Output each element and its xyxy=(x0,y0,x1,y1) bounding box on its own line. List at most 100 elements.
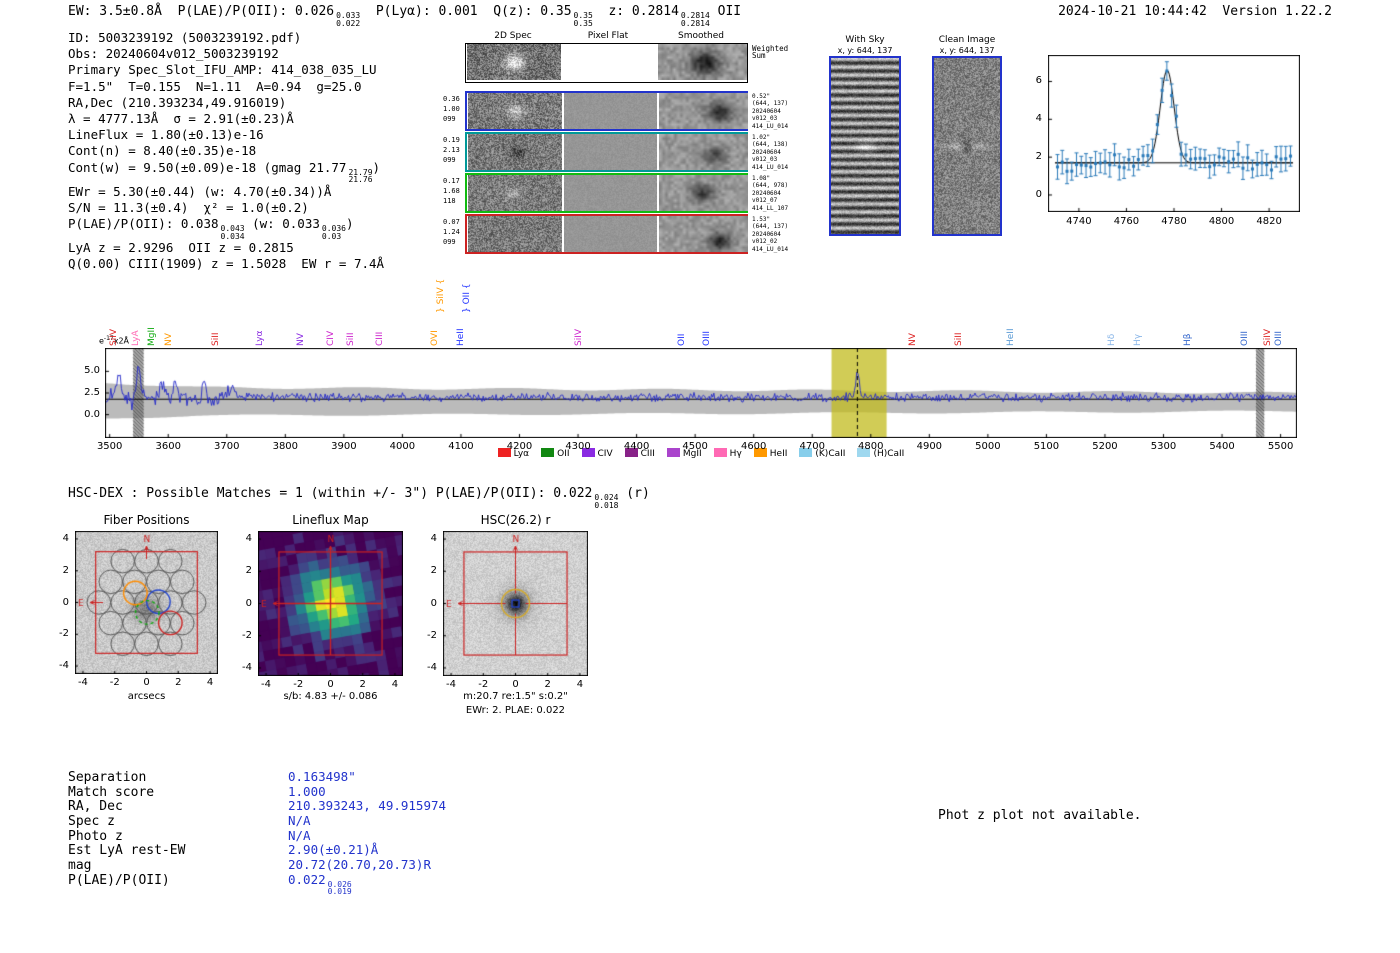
uncertainty-range: 0.024 0.018 xyxy=(594,494,618,509)
axis-tick-label: -4 xyxy=(242,661,252,673)
emission-line-label: NV xyxy=(163,333,174,346)
emission-line-label: NV xyxy=(295,333,306,346)
axis-tick-label: 2 xyxy=(359,679,366,690)
text-segment: OII xyxy=(709,4,742,19)
axis-tick-label: 2 xyxy=(62,564,69,576)
meta-line: 414_LU_014 xyxy=(752,163,789,171)
text-segment: 0.022 xyxy=(288,871,326,887)
emission-line-label: SiIV xyxy=(574,328,585,346)
lower-uncertainty: 0.019 xyxy=(327,887,352,897)
info-line: S/N = 11.3(±0.4) χ² = 1.0(±0.2) xyxy=(68,200,384,216)
uncertainty-range: 0.026 0.019 xyxy=(328,881,352,896)
lower-uncertainty: 0.35 xyxy=(573,18,593,28)
meta-line: v012_07 xyxy=(752,197,778,205)
spec2d-row-weights: 0.19 2.13 099 xyxy=(443,135,463,165)
axis-tick-label: -4 xyxy=(261,679,272,690)
meta-line: v012_03 xyxy=(752,156,778,164)
weight-value: 0.36 xyxy=(443,95,460,103)
spec2d-flat-image-row1 xyxy=(564,93,657,129)
match-field-value: 0.022 0.026 0.019 xyxy=(288,871,352,896)
spec2d-row-meta: 1.02" (644, 138) 20240604 v012_03 414_LU_014 xyxy=(752,134,796,171)
axis-tick-label: 4300 xyxy=(565,441,591,452)
lower-uncertainty: 0.2814 xyxy=(680,18,710,28)
uncertainty-range: 21.79 21.76 xyxy=(348,168,372,184)
emission-line-label: OII xyxy=(677,333,688,346)
emission-line-label: NV xyxy=(907,333,918,346)
axis-tick-label: 4800 xyxy=(1208,216,1235,227)
text-segment: ) xyxy=(372,159,381,175)
spec2d-spec-image-row1 xyxy=(468,93,562,129)
hsc-cutout-title: HSC(26.2) r xyxy=(480,513,551,527)
axis-tick-label: 0 xyxy=(327,679,334,690)
elixer-detection-report: EW: 3.5±0.8Å P(LAE)/P(OII): 0.026 0.033 0.… xyxy=(0,0,1400,953)
weight-value: 1.00 xyxy=(443,105,460,113)
emission-line-label: OIII xyxy=(1273,330,1284,346)
axis-tick-label: 4700 xyxy=(799,441,825,452)
axis-tick-label: 3500 xyxy=(96,441,123,452)
full-spectrum-chart xyxy=(105,348,1297,438)
spec2d-flat-image-row4 xyxy=(564,216,657,252)
emission-line-label: Hδ xyxy=(1106,333,1117,346)
spec2d-sm-image-row0 xyxy=(658,44,747,80)
spec2d-row-box xyxy=(465,91,748,131)
with-sky-image xyxy=(831,58,899,234)
axis-tick-label: -2 xyxy=(109,677,120,688)
axis-tick-label: 4 xyxy=(206,677,214,688)
spec2d-spec-image-row4 xyxy=(468,216,562,252)
spec2d-sm-image-row2 xyxy=(659,134,748,170)
text-segment: Q(0.00) CIII(1909) z = 1.5028 EW r = 7.4… xyxy=(68,256,385,272)
axis-tick-label: 4200 xyxy=(506,441,533,452)
axis-tick-label: -2 xyxy=(293,679,304,690)
weight-value: 1.68 xyxy=(443,187,460,195)
axis-tick-label: 4780 xyxy=(1161,216,1187,227)
spec2d-col-title-pixelflat: Pixel Flat xyxy=(587,31,629,41)
fiber-positions-xlabel: arcsecs xyxy=(127,691,166,702)
table-row: Photo z N/A xyxy=(68,825,446,844)
text-segment: λ = 4777.13Å σ = 2.91(±0.23)Å xyxy=(68,111,294,127)
hsc-cutout-xlabel2: EWr: 2. PLAE: 0.022 xyxy=(465,705,566,716)
legend-label: CIV xyxy=(597,449,613,459)
axis-tick-label: 4900 xyxy=(916,441,943,452)
text-segment: P(LAE)/P(OII): 0.038 xyxy=(68,216,219,232)
emission-line-label: SiIV xyxy=(109,328,120,346)
emission-line-label: CIII xyxy=(375,331,386,346)
meta-line: 1.08" xyxy=(752,175,771,182)
spec2d-col-title-smoothed: Smoothed xyxy=(678,31,724,41)
clean-image-title: Clean Image xyxy=(938,35,996,45)
emission-line-label: } OII { xyxy=(461,283,472,313)
legend-swatch xyxy=(541,448,555,457)
axis-tick-label: 5000 xyxy=(975,441,1001,452)
emission-line-label: LyA xyxy=(131,330,142,346)
spec2d-row-box xyxy=(465,173,748,213)
axis-tick-label: 4800 xyxy=(858,441,884,452)
weight-value: 0.17 xyxy=(443,177,460,185)
axis-tick-label: -2 xyxy=(478,679,489,690)
meta-line: Sum xyxy=(752,51,766,61)
text-segment: EW: 3.5±0.8Å P(LAE)/P(OII): 0.026 xyxy=(68,4,335,19)
axis-tick-label: 4 xyxy=(391,679,399,690)
spec2d-sm-image-row3 xyxy=(659,175,748,211)
info-line: Primary Spec_Slot_IFU_AMP: 414_038_035_L… xyxy=(68,62,384,78)
info-line: F=1.5" T=0.155 N=1.11 A=0.94 g=25.0 xyxy=(68,79,384,95)
detection-info-block: ID: 5003239192 (5003239192.pdf) Obs: 2024… xyxy=(68,30,384,272)
axis-tick-label: 3600 xyxy=(155,441,181,452)
info-line: RA,Dec (210.393234,49.916019) xyxy=(68,95,384,111)
text-segment: EWr = 5.30(±0.44) (w: 4.70(±0.34))Å xyxy=(68,183,332,199)
spec2d-spec-image-row2 xyxy=(468,134,562,170)
info-line: ID: 5003239192 (5003239192.pdf) xyxy=(68,30,384,46)
text-segment: 210.393243, 49.915974 xyxy=(288,798,447,814)
emission-line-label: CIV xyxy=(325,330,336,346)
emission-line-label: OIII xyxy=(1240,330,1251,346)
legend-swatch xyxy=(713,448,727,457)
uncertainty-range: 0.2814 0.2814 xyxy=(681,12,710,27)
axis-tick-label: 2.5 xyxy=(84,387,100,398)
axis-tick-label: 0 xyxy=(512,679,519,690)
info-line: P(LAE)/P(OII): 0.038 0.043 0.034 (w: 0.033… xyxy=(68,216,384,240)
axis-tick-label: 0 xyxy=(62,596,69,608)
axis-tick-label: 4000 xyxy=(389,441,416,452)
axis-tick-label: 0 xyxy=(143,677,150,688)
meta-line: v012_02 xyxy=(752,238,778,246)
table-row: Separation 0.163498" xyxy=(68,766,446,785)
meta-line: (644, 137) xyxy=(752,223,789,231)
text-segment: ) xyxy=(345,216,354,232)
